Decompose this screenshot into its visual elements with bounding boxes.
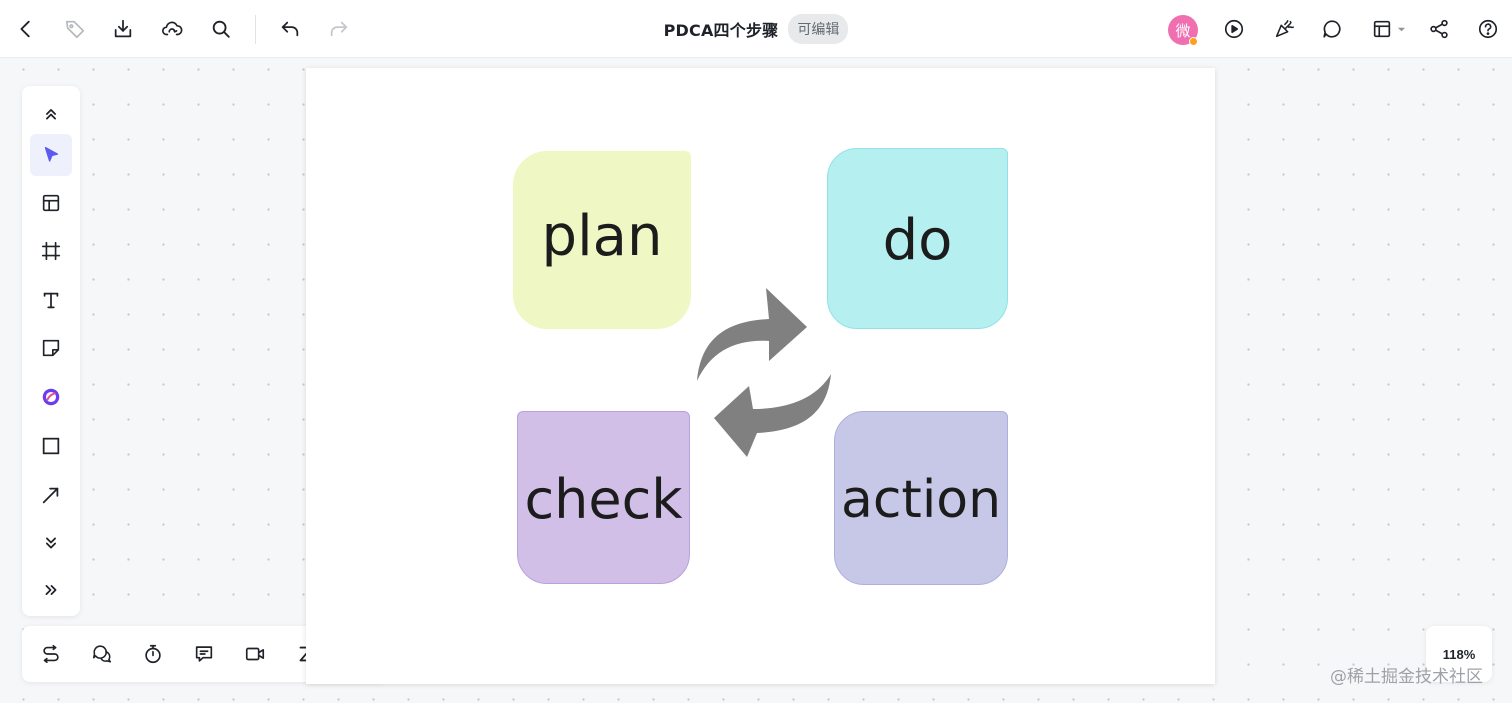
card-check[interactable]: check xyxy=(517,411,690,584)
connector-tool[interactable] xyxy=(30,474,72,516)
undo-icon xyxy=(281,21,299,37)
share-icon xyxy=(1430,19,1448,39)
document-title[interactable]: PDCA四个步骤 xyxy=(664,17,779,41)
toolbar-divider xyxy=(255,15,256,44)
search-button[interactable] xyxy=(205,13,237,45)
collapse-toolbar-button[interactable] xyxy=(30,93,72,135)
redo-icon xyxy=(330,21,348,37)
present-icon xyxy=(1224,19,1244,39)
select-cursor-icon xyxy=(44,146,59,162)
comment-icon xyxy=(1323,20,1341,38)
chevron-down-icon xyxy=(1397,27,1406,32)
timer-icon xyxy=(145,644,161,664)
chat-bubbles-icon xyxy=(92,645,112,663)
timer-button[interactable] xyxy=(133,634,173,674)
comment-button[interactable] xyxy=(1316,13,1348,45)
flow-icon xyxy=(43,644,59,664)
text-tool[interactable] xyxy=(30,279,72,321)
layout-button[interactable] xyxy=(1364,13,1408,45)
more-tools-button[interactable] xyxy=(30,522,72,564)
rectangle-tool[interactable] xyxy=(30,425,72,467)
comment-box-button[interactable] xyxy=(184,634,224,674)
back-icon xyxy=(20,20,30,38)
search-icon xyxy=(212,20,230,38)
comment-box-icon xyxy=(195,646,213,662)
left-toolbar xyxy=(22,86,80,616)
sticky-note-icon xyxy=(42,339,60,357)
cycle-arrows[interactable] xyxy=(691,281,836,461)
celebrate-button[interactable] xyxy=(1268,13,1300,45)
expand-icon xyxy=(45,585,57,595)
share-button[interactable] xyxy=(1423,13,1455,45)
text-icon xyxy=(43,292,59,309)
rectangle-icon xyxy=(42,437,60,455)
celebrate-icon xyxy=(1275,19,1294,38)
collapse-up-icon xyxy=(46,109,56,120)
layout-icon xyxy=(1373,20,1391,38)
more-down-icon xyxy=(46,537,56,549)
present-button[interactable] xyxy=(1218,13,1250,45)
whiteboard-canvas[interactable]: plan do check action xyxy=(306,68,1215,684)
expand-panel-button[interactable] xyxy=(30,569,72,611)
help-icon xyxy=(1478,19,1498,39)
download-button[interactable] xyxy=(107,13,139,45)
video-button[interactable] xyxy=(235,634,275,674)
flow-button[interactable] xyxy=(31,634,71,674)
pen-tool[interactable] xyxy=(30,376,72,418)
download-icon xyxy=(114,19,132,38)
help-button[interactable] xyxy=(1472,13,1504,45)
online-status-dot xyxy=(1189,37,1198,46)
frame-icon xyxy=(41,241,61,261)
sticky-note-tool[interactable] xyxy=(30,327,72,369)
select-tool[interactable] xyxy=(30,134,72,176)
video-icon xyxy=(245,647,265,661)
chat-button[interactable] xyxy=(82,634,122,674)
top-bar: PDCA四个步骤 可编辑 微 xyxy=(0,0,1512,58)
cloud-sync-button[interactable] xyxy=(156,13,188,45)
cycle-arrow-bottom[interactable] xyxy=(714,374,831,457)
back-button[interactable] xyxy=(10,13,42,45)
tag-icon xyxy=(65,20,85,39)
tag-button[interactable] xyxy=(59,13,91,45)
card-plan[interactable]: plan xyxy=(513,151,691,329)
connector-arrow-icon xyxy=(42,487,59,504)
card-do[interactable]: do xyxy=(827,148,1008,329)
permission-badge[interactable]: 可编辑 xyxy=(788,14,849,44)
cycle-arrow-top[interactable] xyxy=(697,288,807,381)
card-action[interactable]: action xyxy=(834,411,1008,585)
template-tool[interactable] xyxy=(30,182,72,224)
undo-button[interactable] xyxy=(274,13,306,45)
cloud-sync-icon xyxy=(162,21,183,36)
frame-tool[interactable] xyxy=(30,230,72,272)
template-icon xyxy=(42,194,60,212)
pen-icon xyxy=(42,388,60,406)
redo-button[interactable] xyxy=(323,13,355,45)
watermark: @稀土掘金技术社区 xyxy=(1330,667,1483,687)
